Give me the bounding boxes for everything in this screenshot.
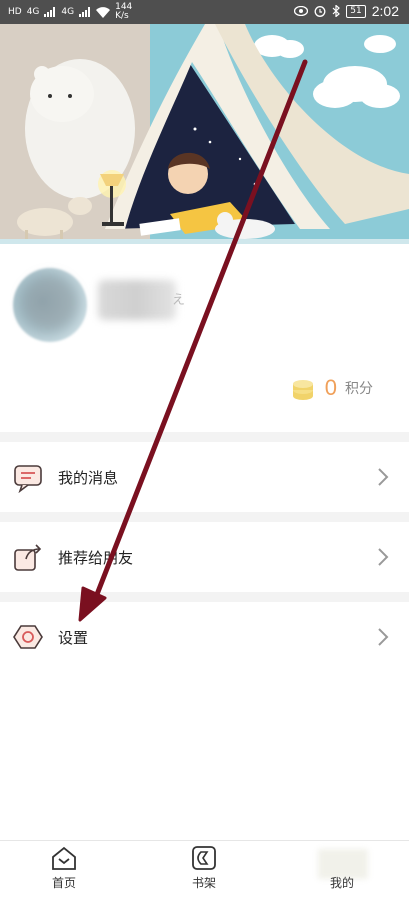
- profile-banner: [0, 24, 409, 244]
- network-indicators: HD 4G 4G 144 K/s: [8, 3, 133, 21]
- nav-profile[interactable]: 我的: [302, 871, 382, 891]
- bluetooth-icon: [332, 5, 341, 17]
- settings-icon: [13, 625, 43, 649]
- battery-indicator: 51: [346, 4, 366, 18]
- bookshelf-icon: [192, 846, 216, 870]
- menu-item-label: 推荐给朋友: [58, 548, 134, 567]
- menu-item-settings[interactable]: 设置: [0, 602, 409, 672]
- hd-indicator: HD: [8, 6, 22, 17]
- signal-icon: [44, 7, 56, 17]
- alarm-icon: [314, 6, 326, 17]
- signal-icon-2: [79, 7, 91, 17]
- nav-home[interactable]: 首页: [24, 845, 104, 891]
- signal-4g-indicator-2: 4G: [61, 6, 75, 17]
- section-divider: [0, 592, 409, 602]
- points-value: 0: [324, 375, 337, 400]
- system-indicators: 51 2:02: [294, 3, 399, 19]
- points-area[interactable]: 0 积分: [289, 374, 373, 402]
- nav-label: 首页: [51, 876, 76, 890]
- status-time: 2:02: [371, 3, 399, 19]
- nav-bookshelf[interactable]: 书架: [164, 845, 244, 891]
- username-blurred[interactable]: [98, 280, 176, 320]
- chevron-right-icon: [378, 628, 389, 646]
- message-icon: [14, 465, 42, 493]
- nav-label: 书架: [191, 876, 216, 890]
- section-divider: [0, 512, 409, 522]
- signal-4g-indicator: 4G: [26, 6, 40, 17]
- menu-item-label: 我的消息: [58, 468, 119, 487]
- banner-illustration: [0, 24, 409, 244]
- nav-label: 我的: [329, 876, 354, 890]
- wifi-icon: [96, 6, 111, 18]
- network-speed: 144 K/s: [115, 2, 133, 21]
- chevron-right-icon: [378, 468, 389, 486]
- share-icon: [14, 544, 42, 571]
- username-tail: え: [172, 293, 186, 308]
- eye-icon: [294, 6, 309, 16]
- points-unit: 积分: [345, 381, 373, 397]
- bottom-navigation: 首页 书架 我的: [0, 840, 409, 899]
- chevron-right-icon: [378, 548, 389, 566]
- menu-item-label: 设置: [58, 628, 89, 647]
- menu-item-messages[interactable]: 我的消息: [0, 442, 409, 512]
- avatar[interactable]: [13, 268, 87, 342]
- profile-section: え 0 积分: [0, 244, 409, 430]
- home-icon: [52, 846, 76, 870]
- status-bar: HD 4G 4G 144 K/s 51 2:02: [0, 0, 409, 24]
- coin-stack-icon: [292, 380, 313, 400]
- menu-item-recommend[interactable]: 推荐给朋友: [0, 522, 409, 592]
- section-divider: [0, 432, 409, 442]
